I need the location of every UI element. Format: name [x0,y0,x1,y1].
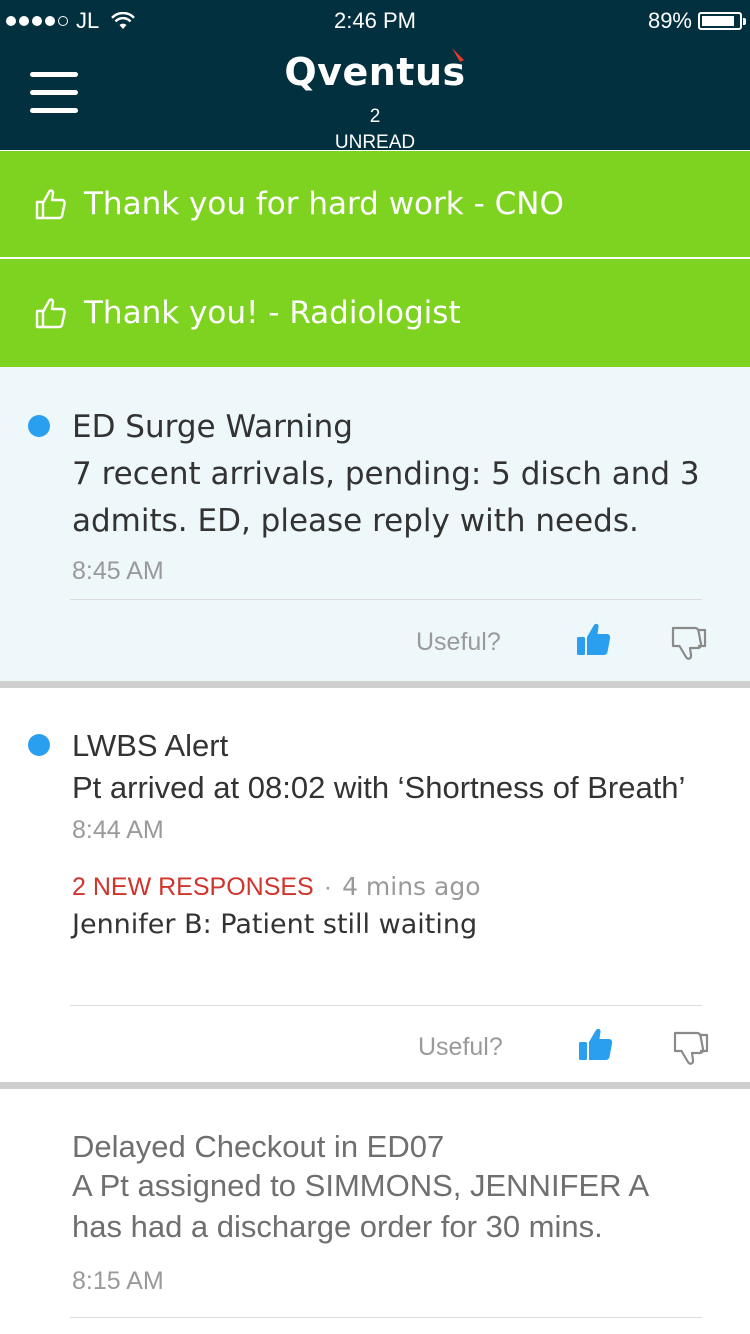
thank-you-banner-cno[interactable]: Thank you for hard work - CNO [0,151,750,257]
banner-text: Thank you for hard work - CNO [84,186,564,222]
thumbs-down-icon[interactable] [672,1030,710,1068]
alert-body: Pt arrived at 08:02 with ‘Shortness of B… [72,770,686,805]
thank-you-banner-radiologist[interactable]: Thank you! - Radiologist [0,259,750,367]
alert-time: 8:45 AM [72,557,164,585]
alert-body: A Pt assigned to SIMMONS, JENNIFER A has… [72,1168,648,1244]
unread-indicator [28,734,50,756]
useful-label: Useful? [416,628,501,656]
thumbs-up-outline-icon [35,189,66,220]
thumbs-down-icon[interactable] [670,625,708,663]
responses-line: 2 NEW RESPONSES · 4 mins ago [72,872,481,902]
banner-text: Thank you! - Radiologist [84,295,461,331]
latest-response: Jennifer B: Patient still waiting [72,909,478,940]
alert-card-delayed-checkout[interactable]: Delayed Checkout in ED07 A Pt assigned t… [0,1089,750,1334]
unread-label: UNREAD [334,132,416,150]
separator-dot: · [323,873,333,901]
battery-percent: 89% [647,8,692,33]
app-header: Qventus 2 UNREAD [0,40,750,150]
clock: 2:46 PM [334,8,416,33]
alert-title: LWBS Alert [72,728,229,763]
separator [70,599,702,600]
status-right: 89% [647,8,746,34]
logo-mark-icon [452,48,464,62]
unread-count: 2 [369,106,381,127]
status-bar: JL 2:46 PM 89% [0,0,750,40]
alert-time: 8:44 AM [72,816,164,844]
alert-title: ED Surge Warning [72,409,353,445]
thumbs-up-icon[interactable] [575,621,613,659]
card-divider [0,1082,750,1089]
battery-icon [698,12,746,30]
thumbs-up-icon[interactable] [577,1026,615,1064]
responses-time-ago: 4 mins ago [342,872,481,901]
alert-card-ed-surge[interactable]: ED Surge Warning 7 recent arrivals, pend… [0,367,750,681]
card-divider [0,681,750,688]
thumbs-up-outline-icon [35,298,66,329]
useful-label: Useful? [418,1033,503,1061]
separator [70,1317,702,1318]
logo-text: Qventus [284,50,466,94]
unread-indicator [28,415,50,437]
new-responses-link[interactable]: 2 NEW RESPONSES [72,873,314,901]
alert-time: 8:15 AM [72,1267,164,1295]
alert-card-lwbs[interactable]: LWBS Alert Pt arrived at 08:02 with ‘Sho… [0,688,750,1082]
logo: Qventus [0,50,750,94]
separator [70,1005,702,1006]
alert-title: Delayed Checkout in ED07 [72,1129,445,1164]
alert-body: 7 recent arrivals, pending: 5 disch and … [72,456,700,539]
